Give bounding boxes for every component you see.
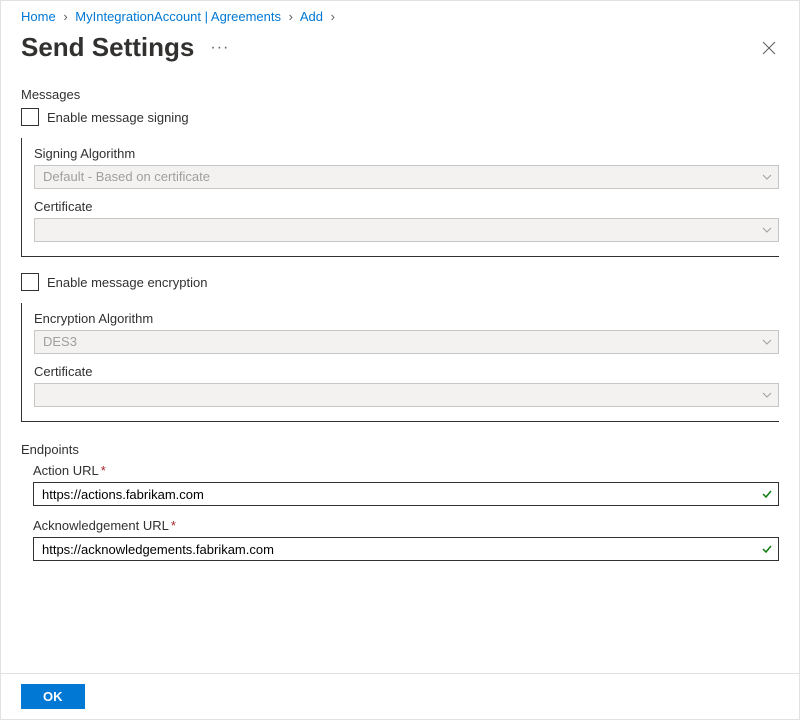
enable-encryption-label: Enable message encryption <box>47 275 207 290</box>
signing-algorithm-value: Default - Based on certificate <box>43 169 210 184</box>
endpoints-heading: Endpoints <box>21 442 779 457</box>
more-icon[interactable]: ··· <box>210 39 229 57</box>
chevron-down-icon <box>762 392 772 398</box>
signing-certificate-select[interactable] <box>34 218 779 242</box>
breadcrumb-home[interactable]: Home <box>21 9 56 24</box>
check-icon <box>761 488 773 500</box>
signing-algorithm-select[interactable]: Default - Based on certificate <box>34 165 779 189</box>
chevron-down-icon <box>762 227 772 233</box>
chevron-down-icon <box>762 339 772 345</box>
enable-signing-label: Enable message signing <box>47 110 189 125</box>
enable-signing-checkbox[interactable] <box>21 108 39 126</box>
breadcrumb-add[interactable]: Add <box>300 9 323 24</box>
ok-button[interactable]: OK <box>21 684 85 709</box>
ack-url-label: Acknowledgement URL <box>33 518 169 533</box>
action-url-input[interactable] <box>33 482 779 506</box>
encryption-certificate-select[interactable] <box>34 383 779 407</box>
breadcrumb-account[interactable]: MyIntegrationAccount | Agreements <box>75 9 281 24</box>
footer: OK <box>1 673 799 719</box>
action-url-label: Action URL <box>33 463 99 478</box>
required-marker: * <box>101 463 106 478</box>
close-button[interactable] <box>759 38 779 58</box>
enable-encryption-checkbox[interactable] <box>21 273 39 291</box>
encryption-certificate-label: Certificate <box>34 364 779 379</box>
chevron-right-icon: › <box>331 9 335 24</box>
check-icon <box>761 543 773 555</box>
close-icon <box>762 41 776 55</box>
signing-algorithm-label: Signing Algorithm <box>34 146 779 161</box>
signing-subsection: Signing Algorithm Default - Based on cer… <box>21 138 779 257</box>
encryption-algorithm-select[interactable]: DES3 <box>34 330 779 354</box>
encryption-algorithm-value: DES3 <box>43 334 77 349</box>
required-marker: * <box>171 518 176 533</box>
encryption-algorithm-label: Encryption Algorithm <box>34 311 779 326</box>
chevron-right-icon: › <box>289 9 293 24</box>
messages-heading: Messages <box>21 87 779 102</box>
ack-url-input[interactable] <box>33 537 779 561</box>
chevron-right-icon: › <box>63 9 67 24</box>
encryption-subsection: Encryption Algorithm DES3 Certificate <box>21 303 779 422</box>
breadcrumb: Home › MyIntegrationAccount | Agreements… <box>1 1 799 28</box>
page-title: Send Settings <box>21 32 194 63</box>
chevron-down-icon <box>762 174 772 180</box>
signing-certificate-label: Certificate <box>34 199 779 214</box>
